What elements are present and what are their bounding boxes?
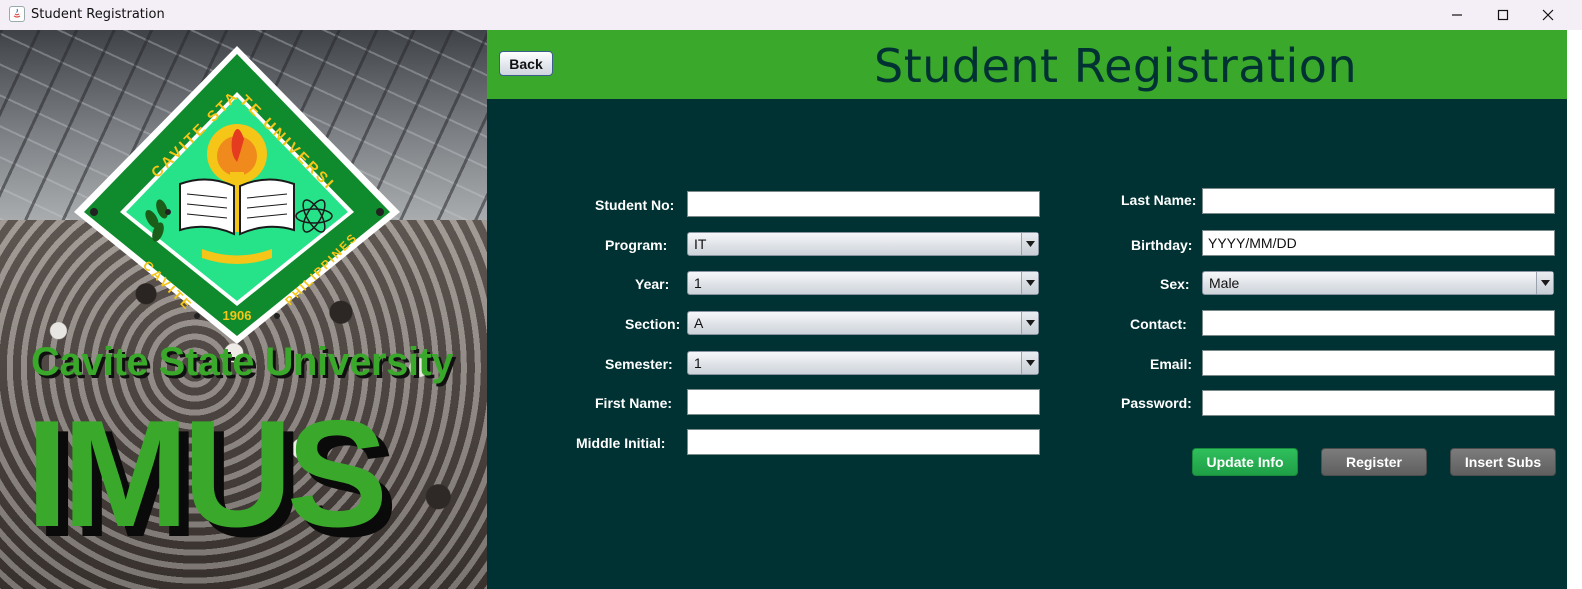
university-name: Cavite State University <box>31 340 454 384</box>
program-selected-value: IT <box>694 236 707 252</box>
chevron-down-icon <box>1536 272 1553 294</box>
window-title: Student Registration <box>31 7 165 22</box>
close-button[interactable] <box>1525 0 1571 30</box>
chevron-down-icon <box>1021 352 1038 374</box>
birthday-label: Birthday: <box>1131 237 1193 253</box>
last-name-label: Last Name: <box>1121 192 1197 208</box>
header-bar: Back Student Registration <box>487 30 1567 99</box>
contact-field[interactable] <box>1202 310 1555 336</box>
chevron-down-icon <box>1021 272 1038 294</box>
maximize-icon <box>1497 9 1509 21</box>
program-label: Program: <box>605 237 668 253</box>
sex-selected-value: Male <box>1209 275 1240 291</box>
middle-initial-field[interactable] <box>687 429 1040 455</box>
section-selected-value: A <box>694 315 704 331</box>
semester-selected-value: 1 <box>694 355 702 371</box>
minimize-icon <box>1452 14 1462 16</box>
sex-label: Sex: <box>1160 276 1190 292</box>
java-app-icon <box>9 6 25 22</box>
university-seal-logo: CAVITE STATE UNIVERSITY CAVITE PHILIPPIN… <box>72 44 400 344</box>
maximize-button[interactable] <box>1480 0 1526 30</box>
program-select[interactable]: IT <box>687 232 1039 256</box>
student-no-label: Student No: <box>595 197 675 213</box>
last-name-field[interactable] <box>1202 188 1555 214</box>
email-label: Email: <box>1150 356 1193 372</box>
semester-label: Semester: <box>605 356 673 372</box>
sex-select[interactable]: Male <box>1202 271 1554 295</box>
window-title-bar: Student Registration <box>0 0 1582 30</box>
password-field[interactable] <box>1202 390 1555 416</box>
campus-photo-panel: CAVITE STATE UNIVERSITY CAVITE PHILIPPIN… <box>0 30 487 589</box>
register-button[interactable]: Register <box>1321 448 1427 476</box>
section-select[interactable]: A <box>687 311 1039 335</box>
section-label: Section: <box>625 316 681 332</box>
birthday-field[interactable]: YYYY/MM/DD <box>1202 230 1555 256</box>
back-button[interactable]: Back <box>499 51 553 76</box>
minimize-button[interactable] <box>1434 0 1480 30</box>
insert-subs-button[interactable]: Insert Subs <box>1450 448 1556 476</box>
seal-year-text: 1906 <box>223 308 252 323</box>
page-title: Student Registration <box>874 39 1358 93</box>
year-selected-value: 1 <box>694 275 702 291</box>
campus-name: IMUS <box>26 389 388 559</box>
registration-panel: Back Student Registration Student No: Pr… <box>487 30 1567 589</box>
first-name-label: First Name: <box>595 395 673 411</box>
email-field[interactable] <box>1202 350 1555 376</box>
contact-label: Contact: <box>1130 316 1187 332</box>
close-icon <box>1542 9 1554 21</box>
student-no-field[interactable] <box>687 191 1040 217</box>
update-info-button[interactable]: Update Info <box>1192 448 1298 476</box>
first-name-field[interactable] <box>687 389 1040 415</box>
year-select[interactable]: 1 <box>687 271 1039 295</box>
password-label: Password: <box>1121 395 1192 411</box>
middle-initial-label: Middle Initial: <box>576 435 666 451</box>
chevron-down-icon <box>1021 233 1038 255</box>
chevron-down-icon <box>1021 312 1038 334</box>
year-label: Year: <box>635 276 670 292</box>
semester-select[interactable]: 1 <box>687 351 1039 375</box>
window-right-edge <box>1567 30 1582 589</box>
